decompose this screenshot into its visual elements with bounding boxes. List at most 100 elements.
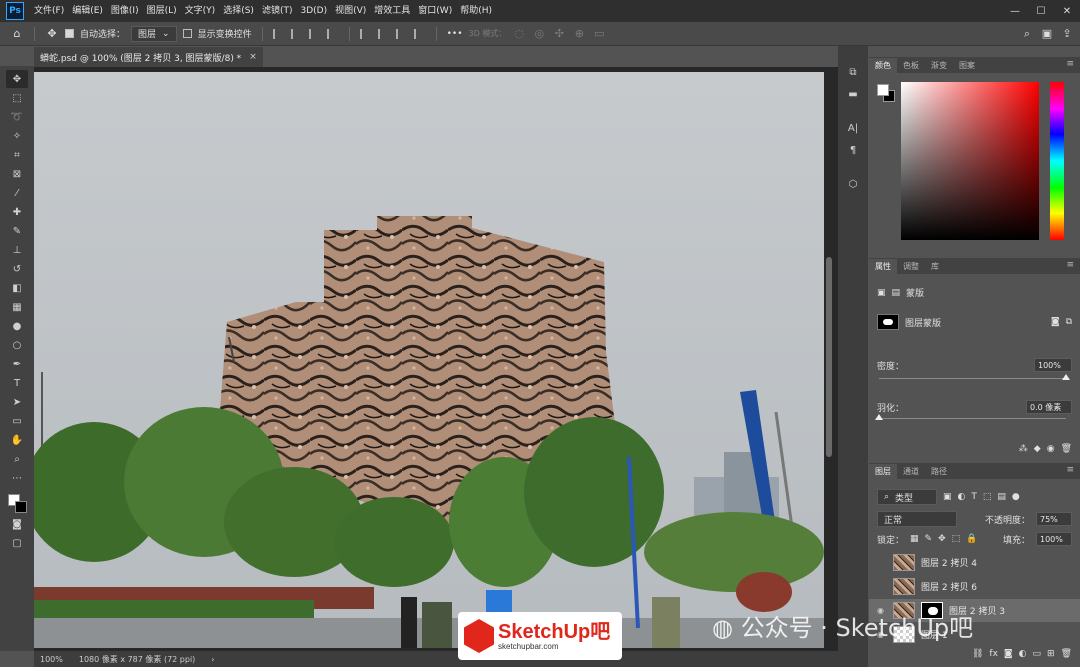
menu-help[interactable]: 帮助(H): [456, 0, 496, 22]
type-tool-icon[interactable]: T: [6, 374, 28, 392]
3d-slide-icon[interactable]: ⊕: [572, 27, 586, 41]
vertical-scrollbar[interactable]: [826, 257, 832, 457]
menu-3d[interactable]: 3D(D): [296, 0, 331, 22]
tab-properties[interactable]: 属性: [869, 259, 897, 274]
align-bottom-icon[interactable]: [395, 28, 408, 39]
align-right-icon[interactable]: [308, 28, 321, 39]
menu-filter[interactable]: 滤镜(T): [258, 0, 297, 22]
color-picker-field[interactable]: [901, 82, 1039, 240]
auto-select-target-dropdown[interactable]: 图层 ⌄: [131, 25, 177, 42]
add-vector-mask-icon[interactable]: ⧉: [1066, 317, 1072, 327]
menu-plugins[interactable]: 增效工具: [370, 0, 414, 22]
layer-style-icon[interactable]: fx: [989, 649, 998, 659]
path-selection-tool-icon[interactable]: ➤: [6, 393, 28, 411]
distribute-icon[interactable]: [326, 28, 339, 39]
layer-filter-dropdown[interactable]: ⌕ 类型: [877, 489, 937, 505]
visibility-icon[interactable]: ◉: [1047, 444, 1055, 454]
filter-adjustment-icon[interactable]: ◐: [958, 492, 966, 502]
delete-icon[interactable]: 🗑: [1061, 444, 1072, 454]
layer-row[interactable]: 图层 2 拷贝 4: [869, 551, 1080, 574]
character-icon[interactable]: A|: [845, 120, 861, 136]
adjustment-layer-icon[interactable]: ◐: [1019, 649, 1027, 659]
feather-slider[interactable]: [875, 414, 1066, 420]
maximize-button[interactable]: ☐: [1028, 0, 1054, 22]
feather-input[interactable]: 0.0 像素: [1026, 400, 1072, 414]
document-canvas[interactable]: [34, 72, 824, 648]
layer-name[interactable]: 图层 2 拷贝 4: [921, 556, 977, 569]
canvas-area[interactable]: [34, 67, 838, 651]
quick-mask-icon[interactable]: ◙: [6, 515, 28, 533]
screen-mode-icon[interactable]: ▢: [6, 534, 28, 552]
link-layers-icon[interactable]: ⛓: [972, 649, 983, 659]
history-icon[interactable]: ⧉: [845, 64, 861, 80]
paragraph-icon[interactable]: ¶: [845, 142, 861, 158]
3d-camera-icon[interactable]: ▭: [592, 27, 606, 41]
distribute-vertical-icon[interactable]: [413, 28, 426, 39]
pen-tool-icon[interactable]: ✒: [6, 355, 28, 373]
vector-mask-icon[interactable]: ▤: [892, 288, 901, 298]
3d-cube-icon[interactable]: ⬡: [845, 176, 861, 192]
auto-select-checkbox[interactable]: [65, 29, 74, 38]
lock-all-icon[interactable]: 🔒: [966, 534, 977, 544]
menu-select[interactable]: 选择(S): [219, 0, 258, 22]
history-brush-tool-icon[interactable]: ↺: [6, 260, 28, 278]
menu-window[interactable]: 窗口(W): [414, 0, 456, 22]
brush-tool-icon[interactable]: ✎: [6, 222, 28, 240]
foreground-color-chip[interactable]: [877, 84, 889, 96]
eyedropper-tool-icon[interactable]: ⁄: [6, 184, 28, 202]
apply-mask-icon[interactable]: ◆: [1034, 444, 1041, 454]
menu-type[interactable]: 文字(Y): [181, 0, 220, 22]
share-icon[interactable]: ⇪: [1060, 27, 1074, 41]
frame-tool-icon[interactable]: ⊠: [6, 165, 28, 183]
filter-type-icon[interactable]: T: [971, 492, 977, 502]
3d-roll-icon[interactable]: ◎: [532, 27, 546, 41]
rectangle-tool-icon[interactable]: ▭: [6, 412, 28, 430]
home-icon[interactable]: ⌂: [10, 27, 24, 41]
hand-tool-icon[interactable]: ✋: [6, 431, 28, 449]
panel-menu-icon[interactable]: ≡: [1066, 260, 1074, 270]
filter-pixel-icon[interactable]: ▣: [943, 492, 952, 502]
lasso-tool-icon[interactable]: ➰: [6, 108, 28, 126]
lock-position-icon[interactable]: ✥: [938, 534, 946, 544]
tab-channels[interactable]: 通道: [897, 464, 925, 479]
blur-tool-icon[interactable]: ●: [6, 317, 28, 335]
density-slider-handle[interactable]: [1062, 374, 1070, 380]
layer-row[interactable]: 图层 2 拷贝 6: [869, 575, 1080, 598]
background-color-swatch[interactable]: [15, 501, 27, 513]
move-tool-icon[interactable]: ✥: [6, 70, 28, 88]
tab-paths[interactable]: 路径: [925, 464, 953, 479]
zoom-level[interactable]: 100%: [40, 655, 63, 664]
add-mask-icon[interactable]: ◙: [1004, 649, 1013, 659]
tab-swatches[interactable]: 色板: [897, 58, 925, 73]
tab-gradients[interactable]: 渐变: [925, 58, 953, 73]
menu-image[interactable]: 图像(I): [107, 0, 143, 22]
eraser-tool-icon[interactable]: ◧: [6, 279, 28, 297]
minimize-button[interactable]: —: [1002, 0, 1028, 22]
lock-artboard-icon[interactable]: ⬚: [952, 534, 961, 544]
lock-image-icon[interactable]: ✎: [925, 534, 933, 544]
healing-brush-tool-icon[interactable]: ✚: [6, 203, 28, 221]
gradient-tool-icon[interactable]: ▦: [6, 298, 28, 316]
pixel-mask-icon[interactable]: ▣: [877, 288, 886, 298]
feather-slider-handle[interactable]: [875, 414, 883, 420]
panel-menu-icon[interactable]: ≡: [1066, 465, 1074, 475]
density-slider[interactable]: [879, 374, 1070, 380]
comment-icon[interactable]: ▬: [845, 86, 861, 102]
delete-layer-icon[interactable]: 🗑: [1061, 649, 1072, 659]
more-options-button[interactable]: •••: [447, 29, 463, 39]
opacity-input[interactable]: 75%: [1036, 512, 1072, 526]
move-tool-icon[interactable]: ✥: [45, 27, 59, 41]
menu-file[interactable]: 文件(F): [30, 0, 68, 22]
workspace-icon[interactable]: ▣: [1040, 27, 1054, 41]
document-tab[interactable]: 蟒蛇.psd @ 100% (图层 2 拷贝 3, 图层蒙版/8) * ×: [34, 47, 263, 67]
align-top-icon[interactable]: [359, 28, 372, 39]
align-middle-icon[interactable]: [377, 28, 390, 39]
filter-shape-icon[interactable]: ⬚: [983, 492, 992, 502]
marquee-tool-icon[interactable]: ⬚: [6, 89, 28, 107]
layer-name[interactable]: 图层 2 拷贝 6: [921, 580, 977, 593]
crop-tool-icon[interactable]: ⌗: [6, 146, 28, 164]
stamp-tool-icon[interactable]: ⊥: [6, 241, 28, 259]
zoom-tool-icon[interactable]: ⌕: [6, 450, 28, 468]
close-tab-icon[interactable]: ×: [249, 52, 257, 62]
fill-input[interactable]: 100%: [1036, 532, 1072, 546]
